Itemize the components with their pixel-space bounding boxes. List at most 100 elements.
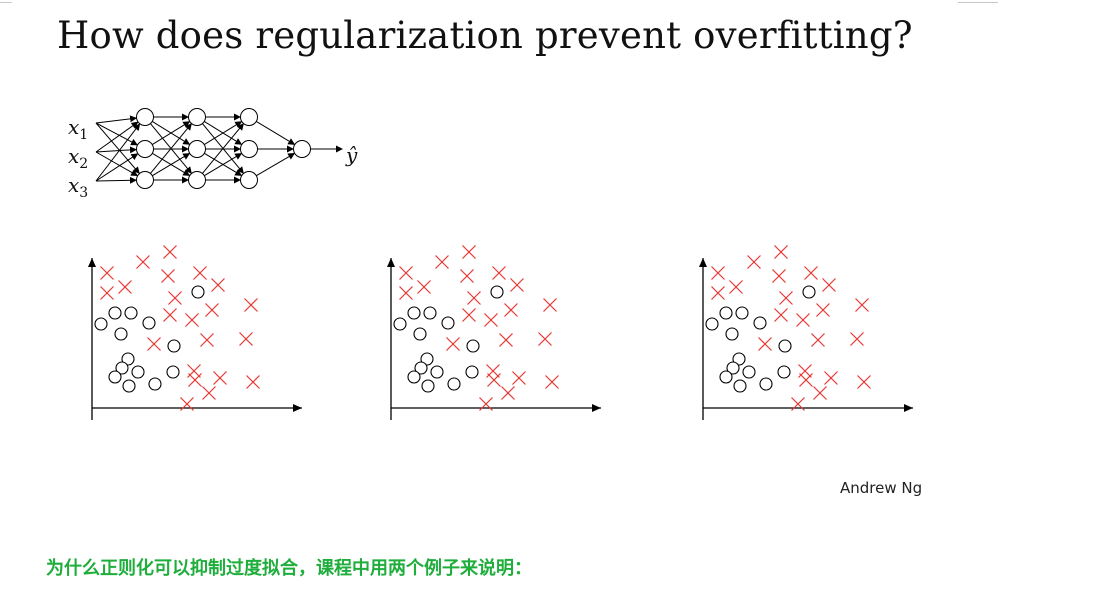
- output-node: [293, 140, 311, 158]
- corner-mark-right: [958, 0, 998, 3]
- x-axis-arrowhead: [904, 404, 913, 412]
- cross-marker: [813, 386, 827, 400]
- circle-marker: [421, 379, 435, 393]
- input-labels: x1 x2 x3: [68, 115, 88, 201]
- scatter-plot-3: [699, 245, 913, 420]
- cross-marker: [512, 371, 526, 385]
- circle-marker: [725, 327, 739, 341]
- cross-marker: [796, 313, 810, 327]
- circle-marker: [441, 316, 455, 330]
- cross-marker: [211, 278, 225, 292]
- cross-marker: [501, 386, 515, 400]
- cross-marker: [118, 280, 132, 294]
- circle-marker: [94, 317, 108, 331]
- cross-marker: [774, 308, 788, 322]
- cross-marker: [804, 266, 818, 280]
- cross-marker: [510, 278, 524, 292]
- arrow-edge: [256, 120, 296, 145]
- circle-marker: [124, 306, 138, 320]
- cross-marker: [499, 333, 513, 347]
- cross-marker: [163, 308, 177, 322]
- cross-marker: [100, 286, 114, 300]
- circle-marker: [778, 339, 792, 353]
- arrow-edge: [95, 122, 140, 174]
- cross-marker: [798, 364, 812, 378]
- circle-marker: [719, 306, 733, 320]
- cross-marker: [855, 298, 869, 312]
- cross-marker: [504, 303, 518, 317]
- plot-points: [393, 245, 559, 411]
- hidden-unit-node: [136, 171, 154, 189]
- cross-marker: [811, 333, 825, 347]
- circle-marker: [108, 306, 122, 320]
- cross-marker: [543, 298, 557, 312]
- circle-marker: [407, 370, 421, 384]
- cross-marker: [799, 373, 813, 387]
- circle-marker: [705, 317, 719, 331]
- cross-marker: [487, 373, 501, 387]
- neural-network-diagram: x1 x2 x3 ŷ: [68, 108, 358, 201]
- corner-mark-left: [0, 0, 12, 3]
- hidden-unit-node: [188, 108, 206, 126]
- cross-marker: [213, 371, 227, 385]
- cross-marker: [200, 333, 214, 347]
- circle-marker: [142, 316, 156, 330]
- cross-marker: [100, 266, 114, 280]
- cross-marker: [538, 332, 552, 346]
- circle-marker: [148, 377, 162, 391]
- cross-marker: [399, 266, 413, 280]
- plot-points: [94, 245, 260, 411]
- input-label-2: x2: [68, 144, 88, 172]
- cross-marker: [486, 364, 500, 378]
- hidden-unit-node: [240, 171, 258, 189]
- circle-marker: [733, 379, 747, 393]
- cross-marker: [168, 291, 182, 305]
- cross-marker: [779, 291, 793, 305]
- circle-marker: [393, 317, 407, 331]
- cross-marker: [850, 332, 864, 346]
- cross-marker: [774, 245, 788, 259]
- cross-marker: [772, 269, 786, 283]
- circle-marker: [447, 377, 461, 391]
- cross-marker: [163, 245, 177, 259]
- circle-marker: [423, 306, 437, 320]
- cross-marker: [758, 337, 772, 351]
- slide-title: How does regularization prevent overfitt…: [57, 14, 913, 57]
- cross-marker: [239, 332, 253, 346]
- arrow-edge: [95, 115, 138, 124]
- cross-marker: [147, 337, 161, 351]
- cross-marker: [462, 308, 476, 322]
- y-axis-arrowhead: [699, 258, 707, 267]
- cross-marker: [185, 313, 199, 327]
- hidden-unit-node: [188, 140, 206, 158]
- arrow-edge: [95, 122, 138, 146]
- circle-marker: [753, 316, 767, 330]
- hidden-unit-node: [136, 140, 154, 158]
- cross-marker: [399, 286, 413, 300]
- circle-marker: [759, 377, 773, 391]
- circle-marker: [413, 327, 427, 341]
- circle-marker: [131, 365, 145, 379]
- cross-marker: [462, 245, 476, 259]
- cross-marker: [446, 337, 460, 351]
- cross-marker: [136, 255, 150, 269]
- scatter-plot-2: [387, 245, 601, 420]
- cross-marker: [747, 255, 761, 269]
- circle-marker: [742, 365, 756, 379]
- circle-marker: [466, 339, 480, 353]
- hidden-unit-node: [240, 140, 258, 158]
- cross-marker: [435, 255, 449, 269]
- author-credit: Andrew Ng: [840, 479, 923, 497]
- circle-marker: [166, 365, 180, 379]
- input-label-3: x3: [68, 173, 88, 201]
- cross-marker: [729, 280, 743, 294]
- output-label-y-hat: ŷ: [345, 143, 358, 167]
- y-axis-arrowhead: [387, 258, 395, 267]
- circle-marker: [465, 365, 479, 379]
- scatter-plot-1: [88, 245, 302, 420]
- circle-marker: [191, 285, 205, 299]
- cross-marker: [711, 266, 725, 280]
- arrow-edge: [95, 123, 141, 182]
- arrow-edge: [95, 153, 139, 182]
- circle-marker: [108, 370, 122, 384]
